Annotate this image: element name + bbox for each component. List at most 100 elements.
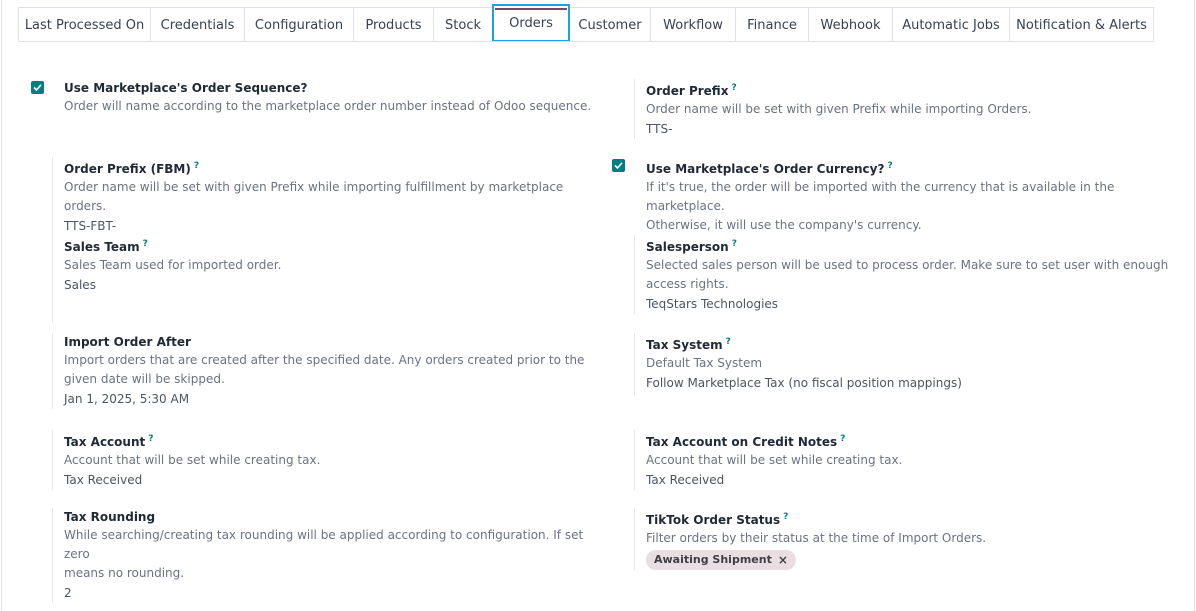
setting-label: Order Prefix? [646,79,1176,100]
label-text: Order Prefix [646,84,729,98]
setting-label: Import Order After [64,333,604,351]
marketplace-currency-checkbox[interactable] [612,159,625,172]
setting-bar [634,235,635,314]
tab-label: Customer [578,17,642,33]
tab-automatic-jobs[interactable]: Automatic Jobs [892,7,1010,42]
setting-description: Otherwise, it will use the company's cur… [646,218,922,232]
setting-order-prefix: Order Prefix? Order name will be set wit… [634,79,1176,139]
tax-rounding-field[interactable]: 2 [64,584,604,603]
label-text: Use Marketplace's Order Currency? [646,162,885,176]
setting-bar [634,508,635,570]
tab-orders[interactable]: Orders [492,4,570,42]
setting-label: Tax System? [646,333,1176,354]
setting-description: given date will be skipped. [64,372,225,386]
setting-bar [52,157,53,236]
check-icon [33,84,42,92]
setting-label: Tax Rounding [64,508,604,526]
import-order-after-field[interactable]: Jan 1, 2025, 5:30 AM [64,390,604,409]
tab-configuration[interactable]: Configuration [244,7,354,42]
help-icon[interactable]: ? [148,434,153,444]
setting-sales-team: Sales Team? Sales Team used for imported… [52,235,604,323]
setting-bar [52,235,53,323]
setting-label: TikTok Order Status? [646,508,1176,529]
tab-credentials[interactable]: Credentials [150,7,245,42]
setting-bar [52,508,53,603]
setting-description: While searching/creating tax rounding wi… [64,528,584,561]
tab-workflow[interactable]: Workflow [650,7,736,42]
label-text: Import Order After [64,335,191,349]
notebook-tabs: Last Processed On Credentials Configurat… [18,4,1154,42]
tab-notification-alerts[interactable]: Notification & Alerts [1009,7,1154,42]
order-prefix-field[interactable]: TTS- [646,120,1176,139]
tab-label: Automatic Jobs [902,17,1000,33]
setting-label: Use Marketplace's Order Currency?? [646,157,1186,178]
help-icon[interactable]: ? [731,83,736,93]
setting-bar [634,79,635,139]
help-icon[interactable]: ? [732,239,737,249]
setting-description: Sales Team used for imported order. [64,258,282,272]
setting-marketplace-sequence: Use Marketplace's Order Sequence? Order … [64,79,604,116]
tab-last-processed-on[interactable]: Last Processed On [18,7,151,42]
marketplace-sequence-checkbox[interactable] [31,81,44,94]
setting-label: Use Marketplace's Order Sequence? [64,79,604,97]
setting-bar [52,333,53,409]
label-text: Tax Account on Credit Notes [646,435,838,449]
label-text: Tax Rounding [64,510,156,524]
tax-account-credit-field[interactable]: Tax Received [646,471,1176,490]
tab-label: Finance [747,17,797,33]
setting-label: Tax Account? [64,430,604,451]
tab-customer[interactable]: Customer [569,7,651,42]
setting-description: Account that will be set while creating … [64,453,321,467]
setting-description: Order name will be set with given Prefix… [646,102,1032,116]
tab-label: Workflow [663,17,723,33]
label-text: Order Prefix (FBM) [64,162,191,176]
label-text: Use Marketplace's Order Sequence? [64,81,308,95]
tab-label: Notification & Alerts [1016,17,1147,33]
setting-label: Salesperson? [646,235,1176,256]
setting-label: Sales Team? [64,235,604,256]
tab-label: Credentials [160,17,235,33]
setting-order-prefix-fbm: Order Prefix (FBM)? Order name will be s… [52,157,604,236]
check-icon [614,162,623,170]
salesperson-field[interactable]: TeqStars Technologies [646,295,1176,314]
tab-label: Products [365,17,422,33]
label-text: Salesperson [646,240,729,254]
help-icon[interactable]: ? [726,337,731,347]
setting-description: Account that will be set while creating … [646,453,903,467]
tabs-divider [18,41,1154,42]
tab-finance[interactable]: Finance [735,7,809,42]
setting-bar [634,430,635,490]
tax-system-field[interactable]: Follow Marketplace Tax (no fiscal positi… [646,374,1176,393]
setting-tax-system: Tax System? Default Tax System Follow Ma… [634,333,1176,396]
setting-tax-rounding: Tax Rounding While searching/creating ta… [52,508,604,603]
setting-marketplace-currency: Use Marketplace's Order Currency?? If it… [646,157,1186,235]
tax-account-field[interactable]: Tax Received [64,471,604,490]
tab-products[interactable]: Products [353,7,434,42]
tab-label: Stock [445,17,481,33]
help-icon[interactable]: ? [887,161,892,171]
help-icon[interactable]: ? [783,512,788,522]
setting-description: Order name will be set with given Prefix… [64,180,564,213]
setting-description: means no rounding. [64,566,185,580]
setting-import-order-after: Import Order After Import orders that ar… [52,333,604,409]
label-text: TikTok Order Status [646,513,781,527]
setting-description: Order will name according to the marketp… [64,99,592,113]
help-icon[interactable]: ? [143,239,148,249]
tab-webhook[interactable]: Webhook [808,7,893,42]
setting-label: Order Prefix (FBM)? [64,157,604,178]
setting-description: Selected sales person will be used to pr… [646,258,1169,272]
setting-salesperson: Salesperson? Selected sales person will … [634,235,1176,314]
setting-description: access rights. [646,277,729,291]
sales-team-field[interactable]: Sales [64,276,604,295]
status-tag-label: Awaiting Shipment [654,553,772,566]
help-icon[interactable]: ? [194,161,199,171]
setting-bar [52,430,53,490]
setting-tax-account: Tax Account? Account that will be set wh… [52,430,604,490]
status-tag: Awaiting Shipment × [646,549,796,570]
setting-description: Filter orders by their status at the tim… [646,531,987,545]
setting-bar [634,333,635,396]
order-prefix-fbm-field[interactable]: TTS-FBT- [64,217,604,236]
help-icon[interactable]: ? [840,434,845,444]
tab-stock[interactable]: Stock [433,7,493,42]
remove-tag-icon[interactable]: × [778,553,788,567]
